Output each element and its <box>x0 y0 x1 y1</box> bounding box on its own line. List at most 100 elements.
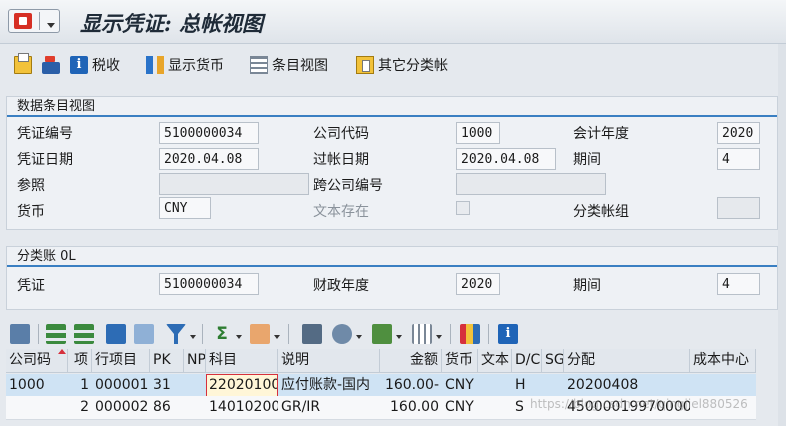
system-menu-button[interactable] <box>8 9 60 33</box>
display-currency-button[interactable]: 显示货币 <box>146 54 224 76</box>
entry-view-group: 数据条目视图 凭证编号 5100000034 公司代码 1000 会计年度 20… <box>6 96 778 230</box>
col-line-item[interactable]: 行项目 <box>92 349 150 372</box>
doc-date-field[interactable]: 2020.04.08 <box>159 148 259 170</box>
tax-label: 税收 <box>92 58 120 74</box>
sort-descending-icon[interactable] <box>74 324 94 344</box>
col-text[interactable]: 文本 <box>478 349 512 372</box>
print-preview-icon[interactable] <box>302 324 322 344</box>
col-currency[interactable]: 货币 <box>442 349 478 372</box>
watermark: https://blog.csdn.net/qingjiel880526 <box>530 397 748 411</box>
document-icon <box>14 53 32 74</box>
cell-description[interactable]: 应付账款-国内 <box>278 374 380 398</box>
ledger-icon <box>356 56 374 74</box>
print-button[interactable] <box>42 54 60 76</box>
subtotal-icon[interactable] <box>250 324 270 344</box>
reference-label: 参照 <box>17 178 45 194</box>
col-np[interactable]: NP <box>184 349 206 372</box>
layout-icon[interactable] <box>412 324 432 344</box>
toolbar-separator <box>38 324 39 344</box>
find-icon[interactable] <box>106 324 126 344</box>
chevron-down-icon[interactable] <box>190 335 196 339</box>
cell-sg[interactable] <box>542 374 564 398</box>
chevron-down-icon[interactable] <box>274 335 280 339</box>
cross-company-field[interactable] <box>456 173 606 195</box>
cell-amount[interactable]: 160.00 <box>380 396 442 419</box>
entry-view-label: 条目视图 <box>272 58 328 74</box>
entry-view-button[interactable]: 条目视图 <box>250 54 328 76</box>
cell-line-item[interactable]: 000001 <box>92 374 150 398</box>
cell-text[interactable] <box>478 396 512 419</box>
details-icon[interactable] <box>10 324 30 344</box>
chevron-down-icon[interactable] <box>436 335 442 339</box>
filter-icon[interactable] <box>166 324 186 344</box>
cell-item[interactable]: 2 <box>68 396 92 419</box>
col-amount[interactable]: 金额 <box>380 349 442 372</box>
toolbar-separator <box>488 324 489 344</box>
page-title: 显示凭证: 总帐视图 <box>80 11 264 36</box>
cell-np[interactable] <box>184 396 206 419</box>
cell-np[interactable] <box>184 374 206 398</box>
ledger-period-field[interactable]: 4 <box>717 273 760 295</box>
ledger-doc-field[interactable]: 5100000034 <box>159 273 259 295</box>
tax-button[interactable]: i 税收 <box>70 54 120 76</box>
display-currency-label: 显示货币 <box>168 58 224 74</box>
chevron-down-icon[interactable] <box>356 335 362 339</box>
other-ledger-button[interactable]: 其它分类帐 <box>356 54 448 76</box>
sort-ascending-icon[interactable] <box>46 324 66 344</box>
col-cost-center[interactable]: 成本中心 <box>690 349 756 372</box>
ledger-fiscal-year-field[interactable]: 2020 <box>456 273 500 295</box>
cell-cost-center[interactable] <box>690 374 756 398</box>
sort-indicator-icon <box>58 349 66 354</box>
export-icon[interactable] <box>372 324 392 344</box>
text-exists-checkbox[interactable] <box>456 201 470 215</box>
table-header: 公司码 项 行项目 PK NP 科目 说明 金额 货币 文本 D/C SG 分配… <box>6 349 756 373</box>
chevron-down-icon[interactable] <box>236 335 242 339</box>
toolbar-separator <box>450 324 451 344</box>
chevron-down-icon[interactable] <box>396 335 402 339</box>
views-icon[interactable] <box>332 324 352 344</box>
find-next-icon[interactable] <box>134 324 154 344</box>
cell-text[interactable] <box>478 374 512 398</box>
doc-no-field[interactable]: 5100000034 <box>159 122 259 144</box>
reference-field[interactable] <box>159 173 309 195</box>
sum-icon[interactable]: Σ <box>212 324 232 344</box>
company-field[interactable]: 1000 <box>456 122 500 144</box>
period-field[interactable]: 4 <box>717 148 760 170</box>
printer-icon <box>42 56 60 74</box>
posting-date-field[interactable]: 2020.04.08 <box>456 148 556 170</box>
currency-field[interactable]: CNY <box>159 197 211 219</box>
table-row[interactable]: 1000 1 000001 31 22020100 应付账款-国内 160.00… <box>6 374 756 398</box>
text-exists-label: 文本存在 <box>313 204 369 220</box>
ledger-group-field[interactable] <box>717 197 760 219</box>
cell-amount[interactable]: 160.00- <box>380 374 442 398</box>
cell-assignment[interactable]: 20200408 <box>564 374 690 398</box>
cell-company[interactable]: 1000 <box>6 374 68 398</box>
currency-label: 货币 <box>17 204 45 220</box>
cell-account[interactable]: 14010200 <box>206 396 278 419</box>
cell-pk[interactable]: 31 <box>150 374 184 398</box>
cell-pk[interactable]: 86 <box>150 396 184 419</box>
fiscal-year-field[interactable]: 2020 <box>717 122 760 144</box>
ledger-group: 分类账 0L 凭证 5100000034 财政年度 2020 期间 4 <box>6 246 778 310</box>
cell-account[interactable]: 22020100 <box>206 374 278 398</box>
cell-company[interactable] <box>6 396 68 419</box>
menu-separator <box>39 12 40 30</box>
col-account[interactable]: 科目 <box>206 349 278 372</box>
posting-date-label: 过帐日期 <box>313 152 369 168</box>
cell-line-item[interactable]: 000002 <box>92 396 150 419</box>
cell-item[interactable]: 1 <box>68 374 92 398</box>
cell-description[interactable]: GR/IR <box>278 396 380 419</box>
col-dc[interactable]: D/C <box>512 349 542 372</box>
col-sg[interactable]: SG <box>542 349 564 372</box>
col-assignment[interactable]: 分配 <box>564 349 690 372</box>
document-button[interactable] <box>14 53 32 76</box>
cell-dc[interactable]: H <box>512 374 542 398</box>
graphic-icon[interactable] <box>460 324 480 344</box>
cell-currency[interactable]: CNY <box>442 396 478 419</box>
info-icon[interactable]: i <box>498 324 518 344</box>
cell-currency[interactable]: CNY <box>442 374 478 398</box>
col-item[interactable]: 项 <box>68 349 92 372</box>
doc-date-label: 凭证日期 <box>17 152 73 168</box>
col-description[interactable]: 说明 <box>278 349 380 372</box>
col-pk[interactable]: PK <box>150 349 184 372</box>
